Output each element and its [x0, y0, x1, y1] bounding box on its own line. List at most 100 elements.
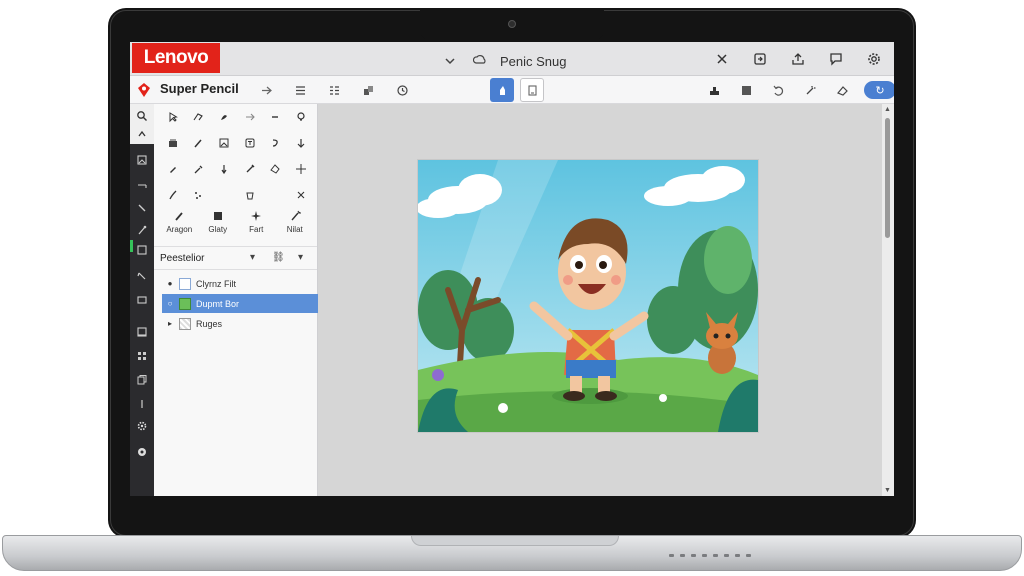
arrow-right-icon[interactable]	[256, 80, 276, 100]
bucket-icon[interactable]	[237, 186, 263, 204]
canvas-area[interactable]	[318, 104, 882, 496]
fill-tool-icon[interactable]	[134, 200, 150, 216]
layer-row[interactable]: ▸ Ruges	[162, 314, 318, 333]
line-tool-icon[interactable]	[134, 178, 150, 194]
ink-pen-icon[interactable]	[211, 160, 237, 178]
chevron-down-icon[interactable]	[440, 50, 460, 72]
image-icon[interactable]	[134, 152, 150, 168]
lasso-icon[interactable]	[186, 108, 212, 126]
layer-thumbnail	[179, 297, 191, 310]
toolbar: Super Pencil ↻	[130, 76, 894, 104]
eyedropper-icon[interactable]	[186, 160, 212, 178]
select-arrow-icon[interactable]	[160, 108, 186, 126]
divider-icon	[134, 396, 150, 412]
active-indicator	[130, 240, 133, 252]
arrow-down-icon[interactable]	[288, 134, 314, 152]
radio-icon[interactable]: ○	[166, 299, 174, 308]
help-icon[interactable]	[134, 444, 150, 460]
canvas-icon[interactable]	[134, 242, 150, 258]
vertical-scrollbar[interactable]: ▲ ▼	[882, 104, 894, 496]
layer-row[interactable]: ● Clyrnz Filt	[162, 274, 318, 293]
tool-nilat[interactable]: Nilat	[276, 210, 315, 234]
stamp-icon[interactable]	[704, 80, 724, 100]
layer-thumbnail	[179, 277, 191, 290]
app-name: Super Pencil	[160, 81, 239, 96]
rail-settings-icon[interactable]	[134, 418, 150, 434]
tool-aragon[interactable]: Aragon	[160, 210, 199, 234]
magic-wand-icon[interactable]	[800, 80, 820, 100]
search-icon[interactable]	[134, 108, 150, 124]
close-icon[interactable]	[712, 48, 732, 70]
frame-icon[interactable]	[736, 80, 756, 100]
webcam-icon	[508, 20, 516, 28]
panel-icon[interactable]	[134, 324, 150, 340]
scroll-thumb[interactable]	[885, 118, 890, 238]
move-icon[interactable]	[237, 108, 263, 126]
pencil-icon[interactable]	[160, 160, 186, 178]
layers-title: Peestelior	[160, 253, 205, 264]
sync-button[interactable]: ↻	[864, 81, 894, 99]
apps-grid-icon[interactable]	[134, 348, 150, 364]
document-mode-icon[interactable]	[520, 78, 544, 102]
scroll-down-icon[interactable]: ▼	[884, 487, 891, 494]
grid-menu-icon[interactable]	[324, 80, 344, 100]
cloud-sync-icon[interactable]	[470, 50, 490, 72]
settings-icon[interactable]	[864, 48, 884, 70]
image-tool-icon[interactable]	[211, 134, 237, 152]
brand-logo: Lenovo	[132, 43, 220, 73]
minus-icon[interactable]	[262, 108, 288, 126]
history-icon[interactable]	[392, 80, 412, 100]
transform-icon[interactable]	[288, 160, 314, 178]
tool-label: Aragon	[166, 225, 193, 234]
stack-icon[interactable]	[160, 134, 186, 152]
brush-rail-icon[interactable]	[134, 222, 150, 238]
tool-label: Glaty	[208, 225, 228, 234]
airbrush-icon[interactable]	[160, 186, 186, 204]
screen: Lenovo Penic Snug Super Pencil ↻ Aragon …	[130, 42, 894, 496]
layers-header: Peestelior ▾ ⛓ ▾	[154, 246, 317, 270]
shape-icon[interactable]	[262, 160, 288, 178]
bulb-icon[interactable]	[288, 108, 314, 126]
expand-arrow-icon[interactable]: ▸	[166, 319, 174, 328]
marker-icon[interactable]	[237, 160, 263, 178]
hook-icon[interactable]	[262, 134, 288, 152]
toolbar-left-group	[256, 80, 412, 100]
smudge-icon[interactable]	[211, 108, 237, 126]
tool-label: Fart	[249, 225, 264, 234]
tool-glaty[interactable]: Glaty	[199, 210, 238, 234]
snap-icon[interactable]	[750, 48, 770, 70]
layer-row-selected[interactable]: ○ Dupmt Bor	[162, 294, 318, 313]
link-icon[interactable]: ⛓	[272, 252, 285, 263]
text-box-icon[interactable]	[237, 134, 263, 152]
dots-icon[interactable]	[186, 186, 212, 204]
title-bar-buttons	[712, 48, 884, 70]
eye-icon[interactable]: ●	[166, 279, 174, 288]
undo-icon[interactable]	[768, 80, 788, 100]
brush-icon[interactable]	[186, 134, 212, 152]
block-icon	[213, 212, 222, 220]
tool-label: Nilat	[286, 225, 303, 234]
copy-icon[interactable]	[134, 372, 150, 388]
window-icon[interactable]	[134, 292, 150, 308]
layers-dropdown-icon[interactable]: ▾	[250, 252, 255, 263]
laptop-ports	[669, 554, 751, 557]
layer-name: Ruges	[196, 318, 223, 329]
scroll-up-icon[interactable]: ▲	[884, 106, 891, 113]
pen-rail-icon[interactable]	[134, 268, 150, 284]
collapse-up-icon[interactable]	[134, 126, 150, 142]
app-logo-icon	[138, 83, 150, 97]
share-icon[interactable]	[788, 48, 808, 70]
pencil-mode-icon[interactable]	[490, 78, 514, 102]
artwork-image[interactable]	[418, 160, 758, 432]
tool-fart[interactable]: Fart	[237, 210, 276, 234]
layer-name: Dupmt Bor	[196, 298, 240, 309]
layers-menu-icon[interactable]: ▾	[298, 252, 303, 263]
eraser-icon[interactable]	[832, 80, 852, 100]
list-icon[interactable]	[290, 80, 310, 100]
camera-notch	[420, 8, 604, 40]
wand-icon	[291, 210, 301, 221]
chat-icon[interactable]	[826, 48, 846, 70]
scissors-icon[interactable]	[288, 186, 314, 204]
layers-stack-icon[interactable]	[358, 80, 378, 100]
